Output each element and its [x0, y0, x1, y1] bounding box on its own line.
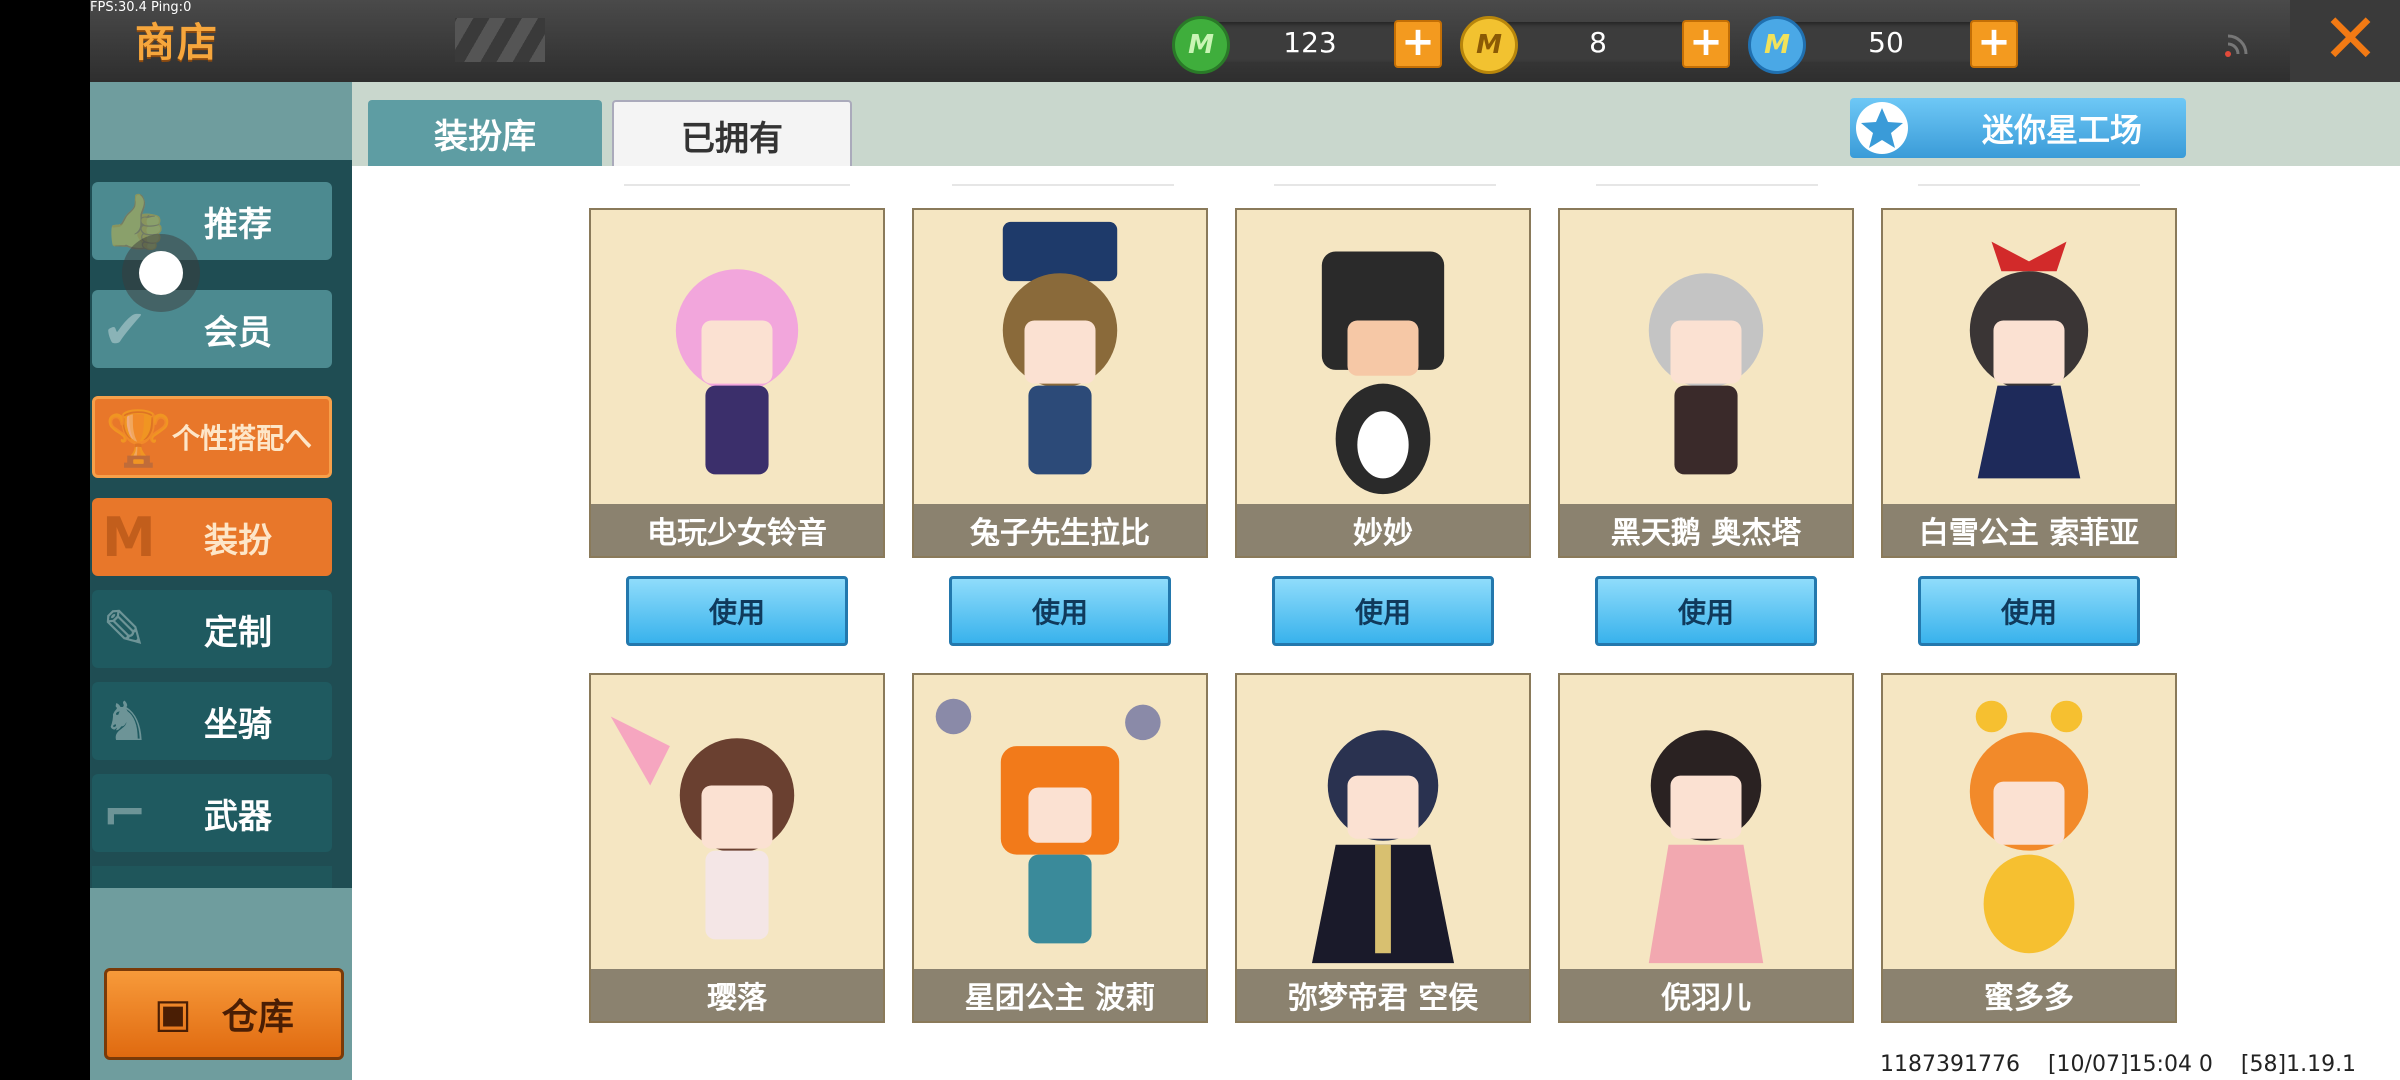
divider	[624, 184, 850, 186]
sidebar-item-custom[interactable]: ✎ 定制	[92, 590, 332, 668]
character-portrait	[1321, 251, 1445, 495]
version: [58]1.19.1	[2240, 1052, 2357, 1077]
pencil-icon: ✎	[102, 598, 148, 661]
outfit-card[interactable]: 黑天鹅 奥杰塔	[1558, 208, 1854, 558]
chest-icon: ▣	[154, 991, 192, 1037]
sidebar-scroll-hint	[92, 866, 332, 888]
use-button[interactable]: 使用	[1595, 576, 1817, 646]
sidebar-item-mount[interactable]: ♞ 坐骑	[92, 682, 332, 760]
gun-icon: ⌐	[102, 782, 148, 845]
blue-coin-letter: M	[1764, 30, 1790, 60]
outfit-card[interactable]: 兔子先生拉比	[912, 208, 1208, 558]
outfit-name: 兔子先生拉比	[914, 504, 1206, 556]
decorative-stripe	[455, 18, 545, 62]
virtual-joystick[interactable]	[122, 234, 200, 312]
blue-coin-icon: M	[1748, 16, 1806, 74]
green-gem-icon: M	[1172, 16, 1230, 74]
outfit-card[interactable]: 璎落	[589, 673, 885, 1023]
add-blue-currency-button[interactable]: +	[1970, 20, 2018, 68]
character-portrait	[1648, 730, 1764, 964]
outfit-name: 倪羽儿	[1560, 969, 1852, 1021]
character-portrait	[1969, 241, 2089, 479]
sidebar-item-label: 定制	[204, 612, 272, 653]
outfit-name: 黑天鹅 奥杰塔	[1560, 504, 1852, 556]
divider	[952, 184, 1174, 186]
character-portrait	[675, 269, 799, 475]
use-button[interactable]: 使用	[1272, 576, 1494, 646]
use-button[interactable]: 使用	[626, 576, 848, 646]
outfit-card[interactable]: 蜜多多	[1881, 673, 2177, 1023]
currency-value-green: 123	[1283, 26, 1337, 59]
outfit-card[interactable]: 弥梦帝君 空侯	[1235, 673, 1531, 1023]
add-gold-currency-button[interactable]: +	[1682, 20, 1730, 68]
sidebar-item-weapon[interactable]: ⌐ 武器	[92, 774, 332, 852]
outfit-name: 电玩少女铃音	[591, 504, 883, 556]
green-gem-letter: M	[1188, 30, 1214, 60]
sidebar-item-personal-style[interactable]: 🏆 个性搭配へ	[92, 396, 332, 478]
sidebar-item-label: 个性搭配へ	[171, 422, 312, 455]
mount-icon: ♞	[102, 690, 151, 753]
divider	[1596, 184, 1818, 186]
sidebar-item-label: 坐骑	[204, 704, 272, 745]
warehouse-label: 仓库	[221, 997, 294, 1038]
character-portrait	[1311, 730, 1455, 964]
sidebar-item-dressup[interactable]: M 装扮	[92, 498, 332, 576]
character-portrait	[610, 716, 795, 940]
close-icon[interactable]: ✕	[2322, 4, 2379, 76]
gold-coin-letter: M	[1476, 30, 1502, 60]
outfit-card[interactable]: 倪羽儿	[1558, 673, 1854, 1023]
member-icon: ✔	[102, 298, 148, 361]
sidebar-item-recommend[interactable]: 👍 推荐	[92, 182, 332, 260]
outfit-name: 蜜多多	[1883, 969, 2175, 1021]
tab-owned[interactable]: 已拥有	[612, 100, 852, 170]
timestamp: [10/07]15:04 0	[2047, 1052, 2213, 1077]
divider	[1918, 184, 2140, 186]
joystick-knob[interactable]	[139, 251, 183, 295]
outfit-card[interactable]: 星团公主 波莉	[912, 673, 1208, 1023]
outfit-name: 弥梦帝君 空侯	[1237, 969, 1529, 1021]
character-portrait	[935, 698, 1161, 944]
warehouse-button[interactable]: ▣ 仓库	[104, 968, 344, 1060]
outfit-card[interactable]: 电玩少女铃音	[589, 208, 885, 558]
use-button[interactable]: 使用	[949, 576, 1171, 646]
outfit-name: 妙妙	[1237, 504, 1529, 556]
sidebar-item-label: 推荐	[204, 204, 272, 245]
outfit-name: 白雪公主 索菲亚	[1883, 504, 2175, 556]
gold-coin-icon: M	[1460, 16, 1518, 74]
add-green-currency-button[interactable]: +	[1394, 20, 1442, 68]
character-portrait	[1648, 273, 1764, 475]
sidebar-item-member[interactable]: ✔ 会员	[92, 290, 332, 368]
sidebar-item-label: 武器	[204, 796, 272, 837]
outfit-card[interactable]: 白雪公主 索菲亚	[1881, 208, 2177, 558]
character-portrait	[1002, 221, 1118, 475]
tab-wardrobe[interactable]: 装扮库	[368, 100, 602, 166]
shirt-icon: M	[102, 506, 156, 569]
sidebar-item-label: 会员	[204, 312, 272, 353]
currency-value-gold: 8	[1589, 26, 1607, 59]
character-portrait	[1969, 700, 2089, 954]
star-icon	[1856, 102, 1908, 154]
outfit-name: 璎落	[591, 969, 883, 1021]
user-id: 1187391776	[1880, 1052, 2020, 1077]
trophy-icon: 🏆	[105, 407, 173, 470]
sidebar-item-label: 装扮	[204, 520, 272, 561]
use-button[interactable]: 使用	[1918, 576, 2140, 646]
currency-value-blue: 50	[1868, 26, 1904, 59]
divider	[1274, 184, 1496, 186]
page-title: 商店	[135, 20, 219, 66]
outfit-card[interactable]: 妙妙	[1235, 208, 1531, 558]
signal-icon	[2225, 34, 2248, 57]
outfit-name: 星团公主 波莉	[914, 969, 1206, 1021]
build-info: 1187391776 [10/07]15:04 0 [58]1.19.1	[1880, 1052, 2356, 1077]
